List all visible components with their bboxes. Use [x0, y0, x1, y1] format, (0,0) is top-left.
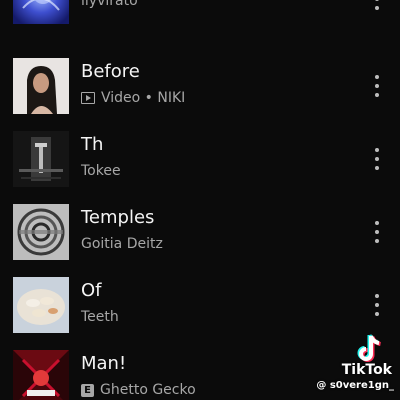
album-art-temples[interactable]	[13, 204, 69, 260]
track-row[interactable]: Man! E Ghetto Gecko	[0, 341, 400, 400]
track-list: ilyvirato Before Video • NIKI Th Tokee T…	[0, 0, 400, 400]
more-vert-icon[interactable]	[370, 146, 384, 172]
track-subtitle: Teeth	[81, 308, 119, 326]
track-row[interactable]: Of Teeth	[0, 268, 400, 341]
tiktok-logo-icon	[357, 334, 381, 362]
album-art-man[interactable]	[13, 350, 69, 400]
music-track-list-screen: ilyvirato Before Video • NIKI Th Tokee T…	[0, 0, 400, 400]
track-row[interactable]: Before Video • NIKI	[0, 49, 400, 122]
track-meta: Before Video • NIKI	[81, 61, 185, 107]
track-artist: ilyvirato	[81, 0, 138, 9]
more-vert-icon[interactable]	[370, 219, 384, 245]
track-artist: Video • NIKI	[101, 90, 186, 106]
track-title: Man!	[81, 353, 127, 374]
more-vert-icon[interactable]	[370, 0, 384, 12]
track-row[interactable]: Th Tokee	[0, 122, 400, 195]
more-vert-icon[interactable]	[370, 73, 384, 99]
more-vert-icon[interactable]	[370, 292, 384, 318]
album-art-ilyvirato[interactable]	[13, 0, 69, 24]
track-title: Of	[81, 280, 102, 301]
track-row[interactable]: Temples Goitia Deitz	[0, 195, 400, 268]
video-icon	[81, 92, 95, 104]
track-meta: Man! E Ghetto Gecko	[81, 353, 196, 399]
album-art-of[interactable]	[13, 277, 69, 333]
track-meta: Of Teeth	[81, 280, 119, 326]
explicit-icon: E	[81, 383, 94, 397]
track-meta: Temples Goitia Deitz	[81, 207, 163, 253]
track-row[interactable]: ilyvirato	[0, 0, 400, 49]
track-artist: Teeth	[81, 309, 119, 325]
tiktok-brand-label: TikTok	[341, 362, 392, 378]
track-title: Before	[81, 61, 140, 82]
track-artist: Ghetto Gecko	[100, 382, 196, 398]
track-title: Th	[81, 134, 104, 155]
track-subtitle: Goitia Deitz	[81, 235, 163, 253]
track-subtitle: Video • NIKI	[81, 89, 185, 107]
album-art-th[interactable]	[13, 131, 69, 187]
tiktok-username-label: @ s0vere1gn_	[316, 380, 394, 391]
track-title: Temples	[81, 207, 155, 228]
track-artist: Tokee	[81, 163, 121, 179]
track-meta: Th Tokee	[81, 134, 121, 180]
track-meta: ilyvirato	[81, 0, 138, 10]
track-subtitle: Tokee	[81, 162, 121, 180]
track-subtitle: ilyvirato	[81, 0, 138, 10]
track-artist: Goitia Deitz	[81, 236, 163, 252]
album-art-before[interactable]	[13, 58, 69, 114]
track-subtitle: E Ghetto Gecko	[81, 381, 196, 399]
